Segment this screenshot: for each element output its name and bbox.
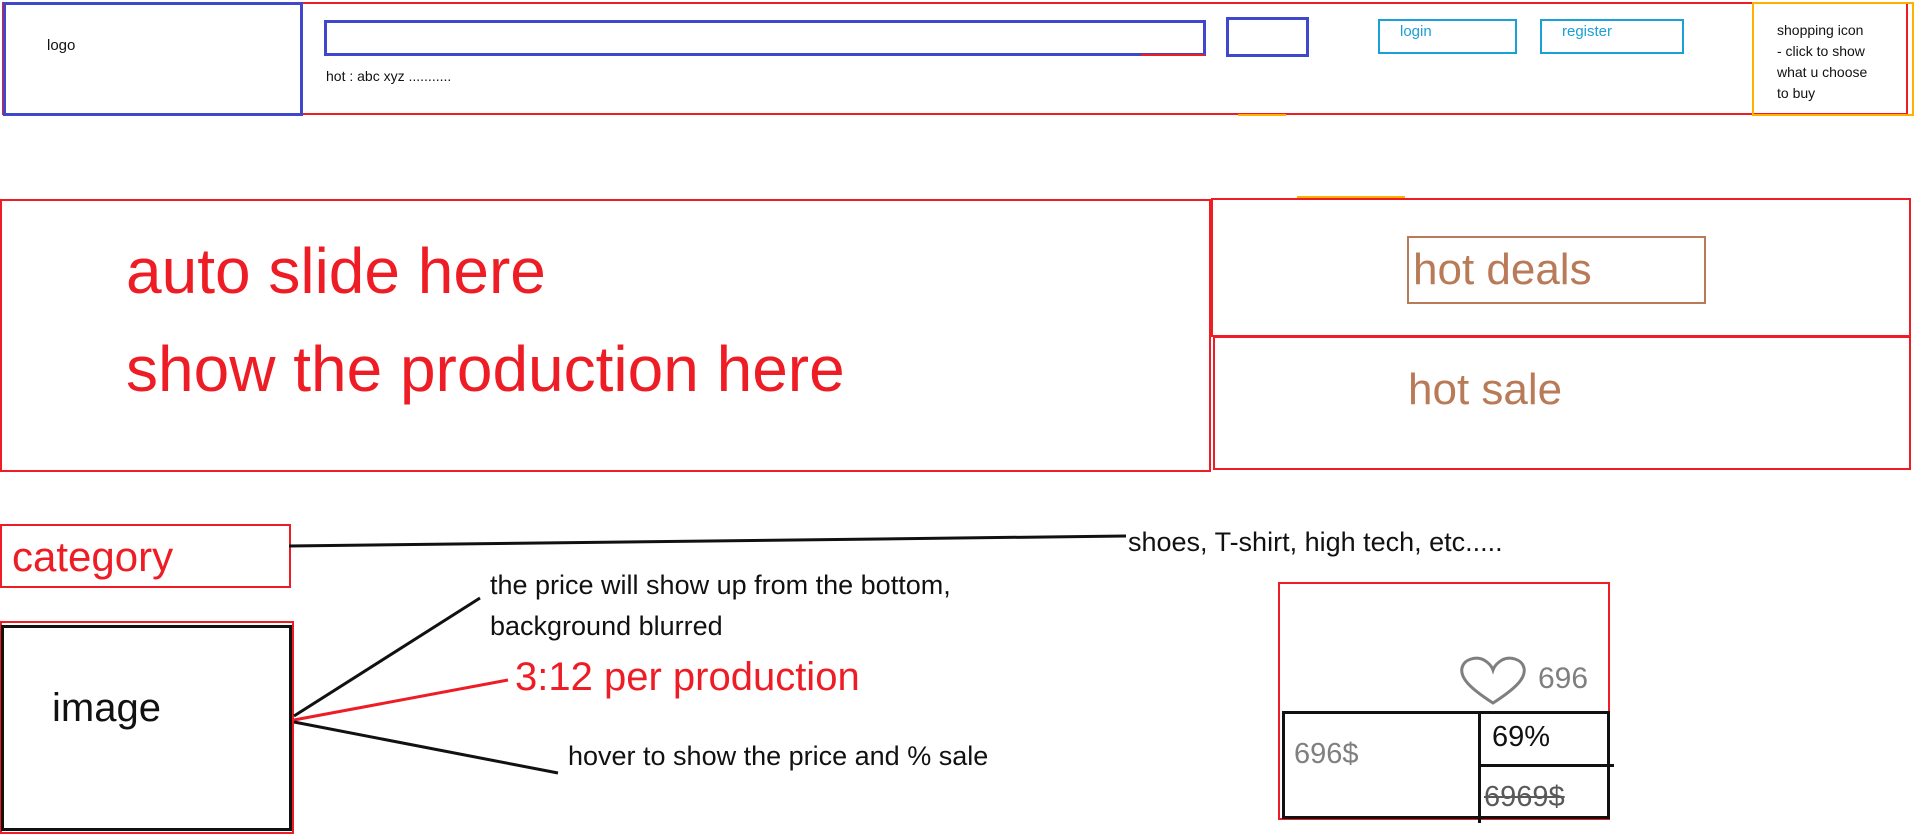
discount-percent: 69% xyxy=(1492,721,1551,753)
register-button[interactable]: register xyxy=(1540,19,1684,54)
like-count: 696 xyxy=(1538,662,1589,695)
hot-sale-label: hot sale xyxy=(1408,365,1563,414)
current-price: 696$ xyxy=(1294,738,1359,770)
note-ratio: 3:12 per production xyxy=(515,655,860,699)
logo[interactable]: logo xyxy=(3,2,303,116)
hot-sale-panel[interactable]: hot sale xyxy=(1213,336,1911,470)
category-label: category xyxy=(12,533,174,580)
ratio-connector xyxy=(293,678,509,722)
price-table-divider-h xyxy=(1478,764,1614,767)
hot-deals-box[interactable]: hot deals xyxy=(1407,236,1706,304)
category-note: shoes, T-shirt, high tech, etc..... xyxy=(1128,527,1503,557)
orange-accent-mark xyxy=(1238,114,1286,116)
login-button[interactable]: login xyxy=(1378,19,1517,54)
price-reveal-connector xyxy=(293,596,481,718)
product-image-label: image xyxy=(52,686,161,730)
login-label: login xyxy=(1400,23,1432,40)
category-box[interactable]: category xyxy=(0,524,291,588)
search-button[interactable] xyxy=(1226,17,1309,57)
category-connector xyxy=(288,534,1127,548)
slider-text-line1: auto slide here xyxy=(126,235,546,307)
slider-text-line2: show the production here xyxy=(126,333,845,405)
hot-keywords: hot : abc xyz ........... xyxy=(326,68,452,84)
cart-note: shopping icon - click to show what u cho… xyxy=(1777,22,1868,101)
heart-icon[interactable] xyxy=(1458,655,1528,707)
hover-connector xyxy=(293,720,559,775)
note-hover: hover to show the price and % sale xyxy=(568,741,989,771)
search-input[interactable] xyxy=(324,20,1206,56)
note-price-reveal: the price will show up from the bottom, … xyxy=(490,570,951,641)
product-image[interactable]: image xyxy=(1,625,292,831)
register-label: register xyxy=(1562,23,1613,40)
hot-deals-label: hot deals xyxy=(1413,245,1592,294)
logo-label: logo xyxy=(47,37,76,54)
price-table-divider-v xyxy=(1478,711,1481,823)
search-input-underline xyxy=(1141,54,1205,56)
hero-slider[interactable]: auto slide here show the production here xyxy=(0,199,1211,472)
hot-deals-orange-mark xyxy=(1297,196,1405,198)
hot-deals-panel[interactable]: hot deals xyxy=(1211,198,1911,337)
cart-button[interactable]: shopping icon - click to show what u cho… xyxy=(1752,2,1914,116)
old-price: 6969$ xyxy=(1484,781,1565,813)
